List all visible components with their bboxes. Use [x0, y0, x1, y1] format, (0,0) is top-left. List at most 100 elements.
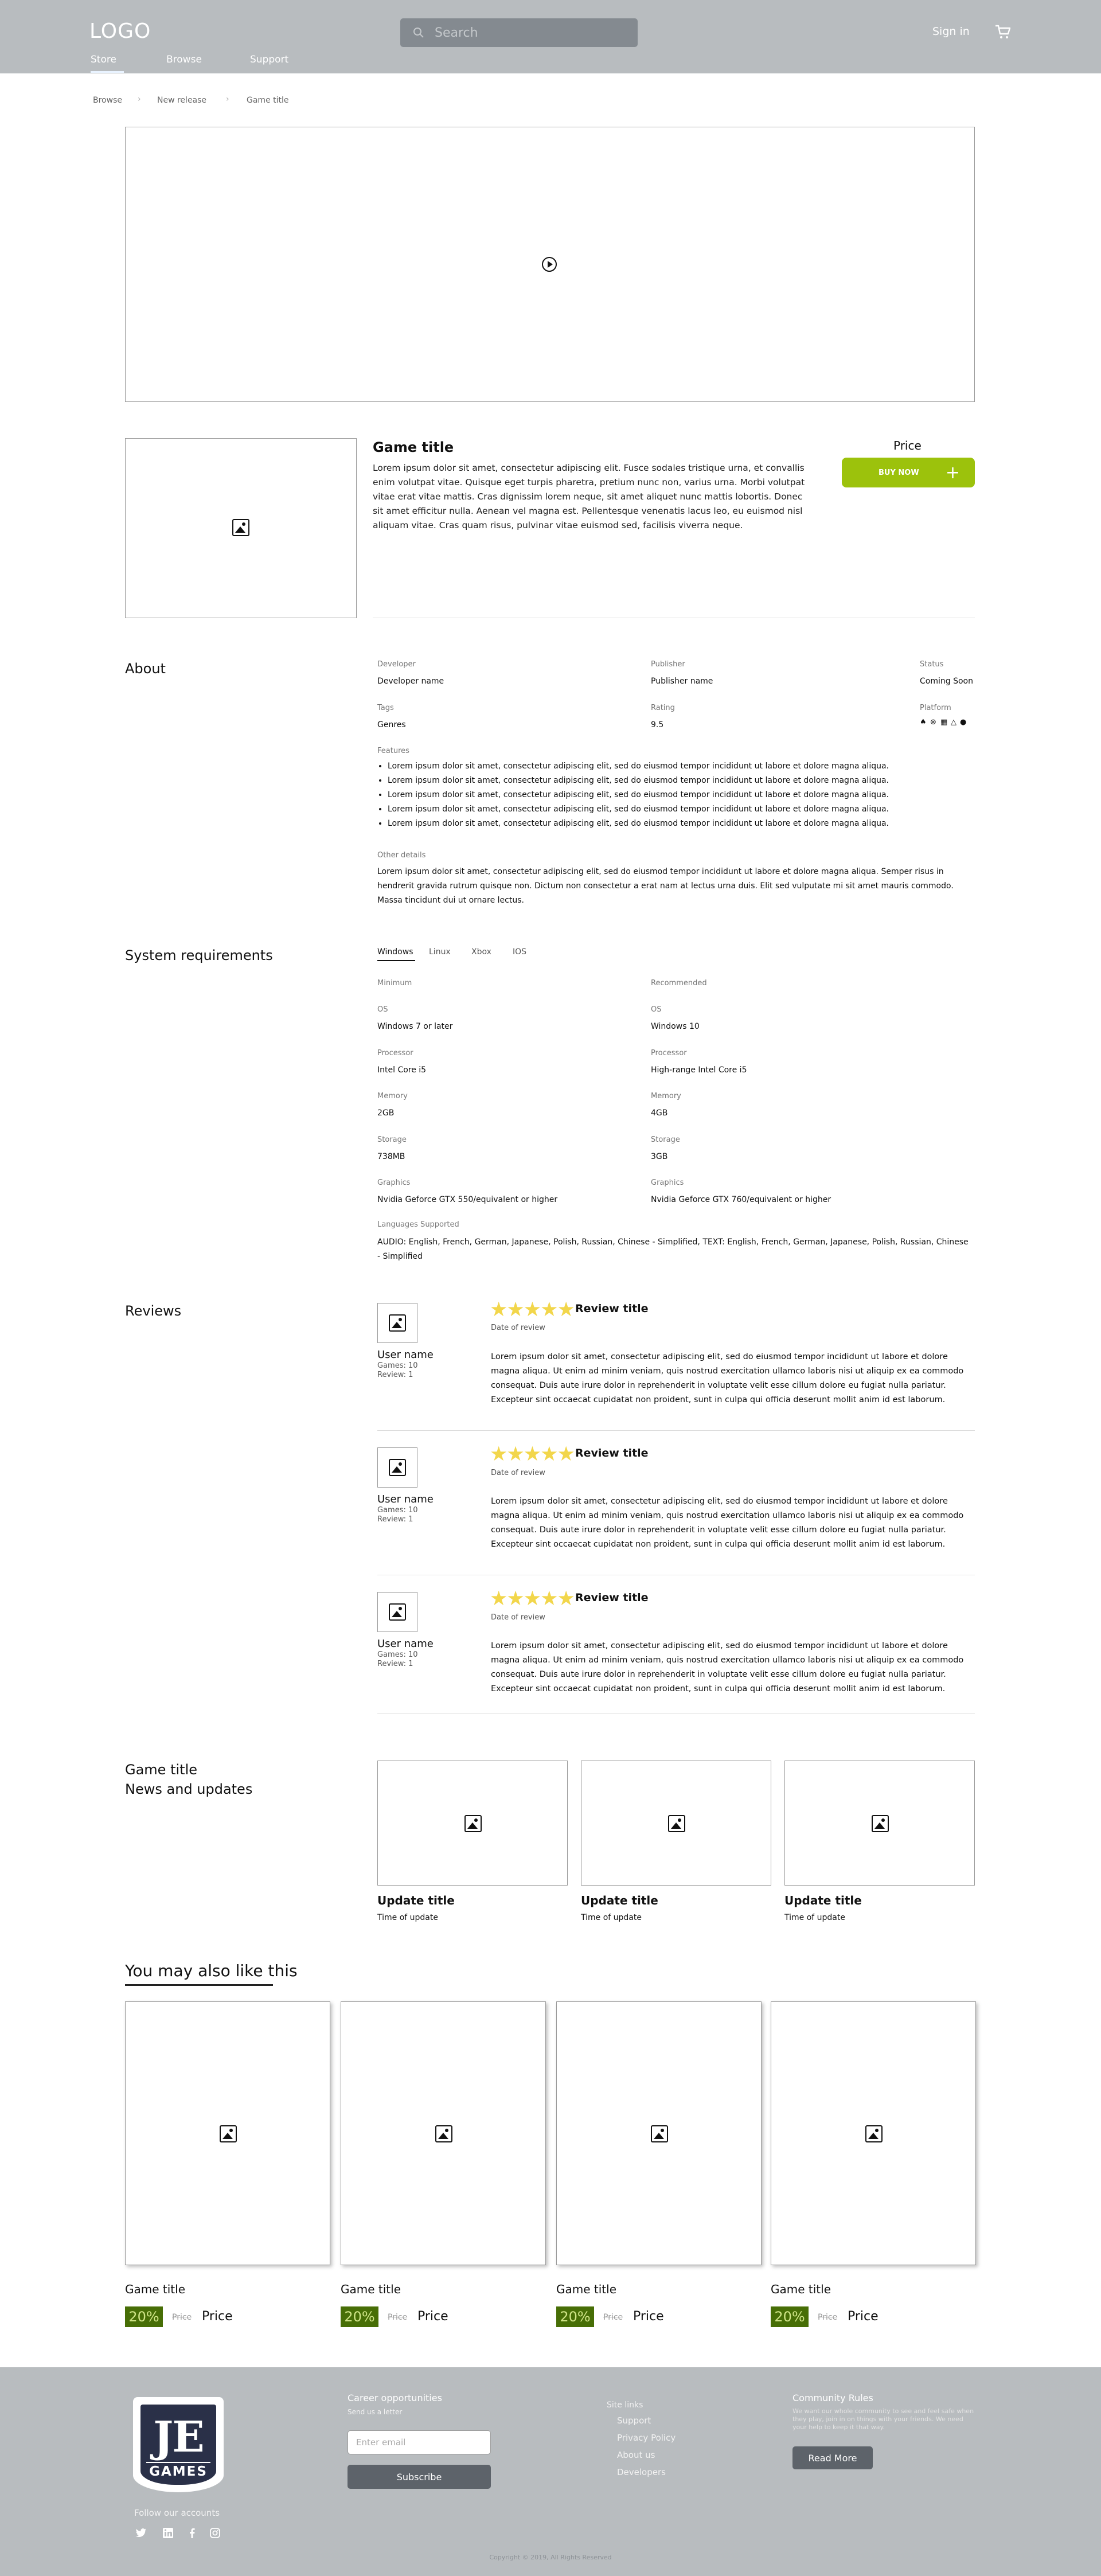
- plus-icon: +: [945, 462, 960, 483]
- update-image[interactable]: [784, 1761, 975, 1886]
- original-price: Price: [818, 2313, 838, 2322]
- tab-windows[interactable]: Windows: [377, 947, 413, 957]
- subscribe-button[interactable]: Subscribe: [348, 2465, 491, 2489]
- logo-rule: [146, 2462, 210, 2463]
- news-heading: News and updates: [125, 1781, 253, 1797]
- sign-in-link[interactable]: Sign in: [932, 25, 970, 38]
- storage-label: Storage: [651, 1135, 680, 1144]
- cart-icon[interactable]: [994, 23, 1012, 42]
- rating-stars: ★★★★★: [490, 1298, 575, 1321]
- review-user-games: Games: 10: [377, 1506, 418, 1515]
- footer-logo-shield: JE GAMES: [140, 2405, 216, 2485]
- update-image[interactable]: [377, 1761, 568, 1886]
- graphics-label: Graphics: [651, 1178, 684, 1187]
- game-card-title[interactable]: Game title: [341, 2282, 401, 2296]
- minimum-label: Minimum: [377, 979, 412, 988]
- price-label: Price: [893, 439, 922, 452]
- languages-label: Languages Supported: [377, 1220, 459, 1229]
- discount-badge: 20%: [556, 2306, 594, 2327]
- image-icon: [872, 1815, 889, 1832]
- tab-ios[interactable]: IOS: [513, 947, 526, 957]
- search-placeholder: Search: [435, 25, 478, 40]
- review-user-name[interactable]: User name: [377, 1349, 434, 1361]
- chevron-right-icon: ›: [226, 95, 229, 104]
- nav-support[interactable]: Support: [250, 54, 288, 65]
- os-min: Windows 7 or later: [377, 1022, 453, 1031]
- developer-value: Developer name: [377, 677, 444, 686]
- footer-logo[interactable]: JE GAMES: [133, 2397, 224, 2492]
- platform-label: Platform: [920, 704, 951, 712]
- feature-item: Lorem ipsum dolor sit amet, consectetur …: [388, 788, 974, 802]
- footer-link-about[interactable]: About us: [617, 2450, 655, 2460]
- storage-label: Storage: [377, 1135, 407, 1144]
- review-user-name[interactable]: User name: [377, 1638, 434, 1650]
- status-value: Coming Soon: [920, 677, 973, 686]
- graphics-rec: Nvidia Geforce GTX 760/equivalent or hig…: [651, 1195, 831, 1204]
- news-game-title: Game title: [125, 1762, 197, 1778]
- image-icon: [865, 2125, 883, 2142]
- image-icon: [220, 2125, 237, 2142]
- career-subtitle: Send us a letter: [348, 2408, 403, 2416]
- tab-linux[interactable]: Linux: [429, 947, 451, 957]
- image-icon: [668, 1815, 685, 1832]
- tab-active-indicator: [377, 960, 415, 961]
- review-user-count: Review: 1: [377, 1660, 413, 1668]
- review-user-count: Review: 1: [377, 1515, 413, 1524]
- os-label: OS: [651, 1005, 662, 1014]
- recommended-label: Recommended: [651, 979, 707, 988]
- review-title: Review title: [575, 1447, 649, 1459]
- game-card-title[interactable]: Game title: [771, 2282, 831, 2296]
- sale-price: Price: [848, 2309, 879, 2324]
- heading-underline: [125, 1984, 273, 1986]
- footer-link-privacy[interactable]: Privacy Policy: [617, 2433, 676, 2443]
- review-user-games: Games: 10: [377, 1650, 418, 1659]
- other-details-text: Lorem ipsum dolor sit amet, consectetur …: [377, 867, 954, 905]
- memory-label: Memory: [377, 1092, 408, 1100]
- footer-link-support[interactable]: Support: [617, 2415, 651, 2426]
- discount-badge: 20%: [125, 2306, 163, 2327]
- status-label: Status: [920, 660, 944, 669]
- storage-rec: 3GB: [651, 1152, 668, 1161]
- rating-stars: ★★★★★: [490, 1587, 575, 1610]
- linux-icon: △: [951, 718, 956, 727]
- logo[interactable]: LOGO: [89, 19, 151, 43]
- feature-item: Lorem ipsum dolor sit amet, consectetur …: [388, 802, 974, 817]
- nav-browse[interactable]: Browse: [166, 54, 202, 65]
- game-card-title[interactable]: Game title: [556, 2282, 616, 2296]
- footer-link-developers[interactable]: Developers: [617, 2467, 666, 2477]
- update-title[interactable]: Update title: [377, 1894, 455, 1907]
- review-date: Date of review: [491, 1613, 545, 1622]
- breadcrumb-browse[interactable]: Browse: [93, 96, 122, 105]
- divider: [377, 1430, 975, 1431]
- game-card-image[interactable]: [125, 2001, 330, 2265]
- read-more-button[interactable]: Read More: [792, 2446, 873, 2469]
- play-icon[interactable]: [542, 257, 557, 272]
- update-title[interactable]: Update title: [784, 1894, 862, 1907]
- tags-value[interactable]: Genres: [377, 720, 406, 729]
- publisher-value: Publisher name: [651, 677, 713, 686]
- instagram-icon[interactable]: [210, 2528, 220, 2541]
- buy-now-button[interactable]: BUY NOW +: [842, 458, 975, 487]
- twitter-icon[interactable]: [135, 2528, 147, 2541]
- game-card-title[interactable]: Game title: [125, 2282, 185, 2296]
- breadcrumb-new-release[interactable]: New release: [157, 96, 206, 105]
- search-input[interactable]: Search: [400, 18, 638, 47]
- review-text: Lorem ipsum dolor sit amet, consectetur …: [491, 1497, 964, 1549]
- image-icon: [389, 1603, 406, 1621]
- update-time: Time of update: [784, 1913, 845, 1922]
- logo-games-text: GAMES: [149, 2464, 208, 2479]
- game-card-image[interactable]: [556, 2001, 762, 2265]
- rating-value: 9.5: [651, 720, 664, 729]
- facebook-icon[interactable]: [189, 2528, 195, 2541]
- game-cover-image: [125, 438, 357, 618]
- game-card-image[interactable]: [341, 2001, 546, 2265]
- review-user-name[interactable]: User name: [377, 1493, 434, 1505]
- tab-xbox[interactable]: Xbox: [471, 947, 491, 957]
- update-image[interactable]: [581, 1761, 771, 1886]
- nav-store[interactable]: Store: [91, 54, 116, 65]
- update-title[interactable]: Update title: [581, 1894, 658, 1907]
- linkedin-icon[interactable]: [163, 2528, 173, 2541]
- image-icon: [435, 2125, 452, 2142]
- email-field[interactable]: Enter email: [348, 2430, 491, 2454]
- game-card-image[interactable]: [771, 2001, 976, 2265]
